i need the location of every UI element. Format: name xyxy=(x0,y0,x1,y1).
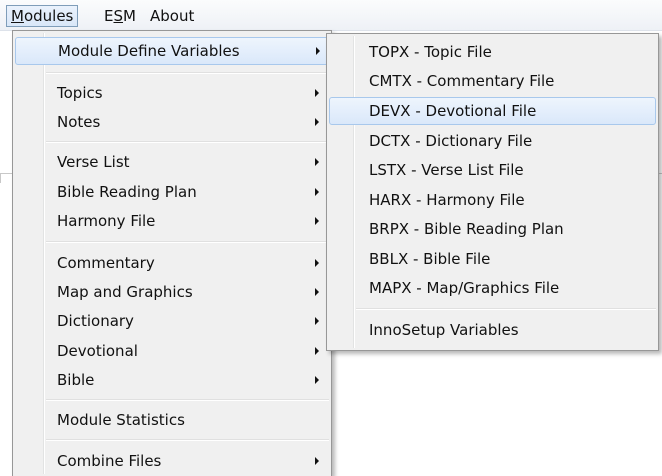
submenu-arrow-icon xyxy=(316,47,320,55)
submenu-item-brpx[interactable]: BRPX - Bible Reading Plan xyxy=(329,215,656,243)
menu-item-dictionary[interactable]: Dictionary xyxy=(15,307,329,335)
modules-dropdown-menu: Module Define Variables Topics Notes Ver… xyxy=(12,30,332,476)
background-window-edge xyxy=(0,173,12,174)
submenu-arrow-icon xyxy=(315,89,319,97)
submenu-arrow-icon xyxy=(315,188,319,196)
menu-separator xyxy=(46,141,329,143)
menu-item-label: Combine Files xyxy=(57,452,162,470)
submenu-item-label: BBLX - Bible File xyxy=(369,250,491,268)
submenu-item-label: DEVX - Devotional File xyxy=(369,102,537,120)
submenu-arrow-icon xyxy=(315,347,319,355)
submenu-item-label: HARX - Harmony File xyxy=(369,191,525,209)
submenu-item-label: MAPX - Map/Graphics File xyxy=(369,279,560,297)
menu-separator xyxy=(46,241,329,243)
menu-item-combine-files[interactable]: Combine Files xyxy=(15,447,329,475)
menu-separator xyxy=(46,399,329,401)
menu-item-label: Module Statistics xyxy=(57,411,185,429)
menu-item-label: Dictionary xyxy=(57,312,134,330)
menu-item-module-statistics[interactable]: Module Statistics xyxy=(15,406,329,434)
menu-separator xyxy=(46,72,329,74)
submenu-arrow-icon xyxy=(315,259,319,267)
menu-esm-mnemonic: S xyxy=(113,7,124,25)
menu-item-label: Topics xyxy=(57,84,103,102)
menu-item-bible-reading-plan[interactable]: Bible Reading Plan xyxy=(15,178,329,206)
menu-item-label: Verse List xyxy=(57,153,130,171)
submenu-arrow-icon xyxy=(315,288,319,296)
menu-item-harmony-file[interactable]: Harmony File xyxy=(15,207,329,235)
submenu-item-label: CMTX - Commentary File xyxy=(369,72,555,90)
submenu-arrow-icon xyxy=(315,317,319,325)
menu-item-verse-list[interactable]: Verse List xyxy=(15,148,329,176)
menu-item-label: Commentary xyxy=(57,254,155,272)
menu-item-label: Devotional xyxy=(57,342,138,360)
menu-item-map-and-graphics[interactable]: Map and Graphics xyxy=(15,278,329,306)
menu-item-module-define-variables[interactable]: Module Define Variables xyxy=(15,37,329,65)
menu-item-devotional[interactable]: Devotional xyxy=(15,337,329,365)
menu-about[interactable]: About xyxy=(146,5,198,27)
submenu-item-harx[interactable]: HARX - Harmony File xyxy=(329,186,656,214)
menu-modules[interactable]: Modules xyxy=(6,5,79,27)
menu-item-label: Bible xyxy=(57,371,95,389)
menu-separator xyxy=(46,439,329,441)
menu-item-commentary[interactable]: Commentary xyxy=(15,249,329,277)
menu-item-label: Harmony File xyxy=(57,212,156,230)
submenu-item-bblx[interactable]: BBLX - Bible File xyxy=(329,245,656,273)
submenu-item-label: LSTX - Verse List File xyxy=(369,161,524,179)
menu-item-topics[interactable]: Topics xyxy=(15,79,329,107)
define-variables-submenu: TOPX - Topic File CMTX - Commentary File… xyxy=(326,33,659,351)
menu-modules-mnemonic: M xyxy=(11,7,24,25)
submenu-arrow-icon xyxy=(315,118,319,126)
menu-item-label: Map and Graphics xyxy=(57,283,193,301)
menu-item-notes[interactable]: Notes xyxy=(15,108,329,136)
menu-about-label: About xyxy=(150,7,195,25)
menu-item-label: Notes xyxy=(57,113,101,131)
submenu-item-mapx[interactable]: MAPX - Map/Graphics File xyxy=(329,274,656,302)
submenu-arrow-icon xyxy=(315,158,319,166)
menu-bar: Modules ESM About xyxy=(0,0,662,31)
menu-modules-rest: odules xyxy=(23,7,74,25)
submenu-item-devx[interactable]: DEVX - Devotional File xyxy=(329,97,656,125)
submenu-arrow-icon xyxy=(315,457,319,465)
submenu-arrow-icon xyxy=(315,217,319,225)
submenu-item-label: BRPX - Bible Reading Plan xyxy=(369,220,564,238)
submenu-item-topx[interactable]: TOPX - Topic File xyxy=(329,38,656,66)
submenu-item-dctx[interactable]: DCTX - Dictionary File xyxy=(329,127,656,155)
menu-item-label: Module Define Variables xyxy=(58,42,240,60)
menu-item-label: Bible Reading Plan xyxy=(57,183,197,201)
submenu-item-innosetup-variables[interactable]: InnoSetup Variables xyxy=(329,316,656,344)
submenu-item-label: TOPX - Topic File xyxy=(369,43,492,61)
background-window-edge-vertical xyxy=(0,173,1,183)
submenu-item-lstx[interactable]: LSTX - Verse List File xyxy=(329,156,656,184)
submenu-separator xyxy=(356,308,656,310)
submenu-item-label: InnoSetup Variables xyxy=(369,321,519,339)
submenu-arrow-icon xyxy=(315,376,319,384)
menu-item-bible[interactable]: Bible xyxy=(15,366,329,394)
submenu-item-cmtx[interactable]: CMTX - Commentary File xyxy=(329,67,656,95)
submenu-item-label: DCTX - Dictionary File xyxy=(369,132,533,150)
menu-esm-rest: M xyxy=(123,7,136,25)
menu-esm[interactable]: ESM xyxy=(100,5,140,27)
